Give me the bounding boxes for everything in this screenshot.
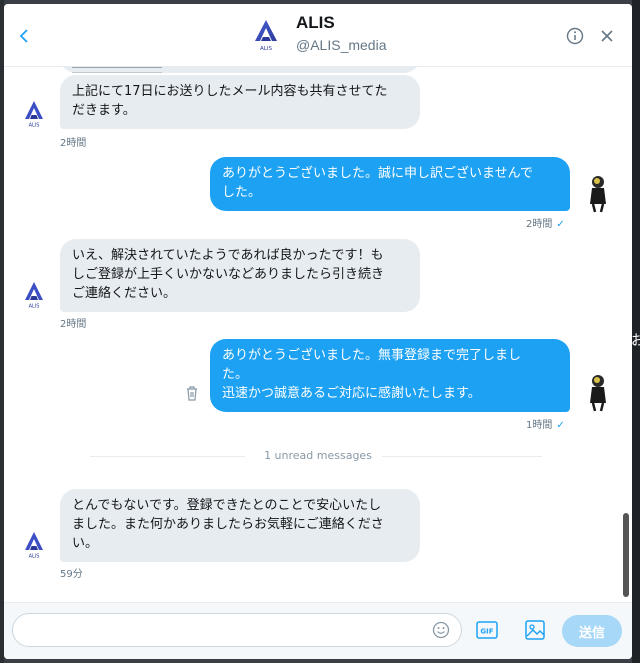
dm-conversation-dialog: ALIS ALIS @ALIS_media 上記にて17日にお送りしたメール内容… — [4, 4, 632, 659]
unread-divider: 1 unread messages — [264, 449, 372, 462]
message-timestamp: 2時間 ✓ — [526, 215, 565, 230]
contact-name[interactable]: ALIS — [296, 13, 335, 33]
message-bubble-outgoing[interactable]: ありがとうございました。誠に申し訳ございませんで した。 — [210, 157, 570, 211]
alis-logo-avatar[interactable]: ALIS — [23, 531, 45, 559]
back-button[interactable] — [14, 26, 34, 46]
message-attachment-partial — [72, 67, 162, 73]
close-icon — [601, 30, 613, 42]
chevron-left-icon — [19, 29, 28, 43]
background-text: お — [631, 333, 640, 349]
gif-button[interactable]: GIF — [476, 621, 498, 639]
trash-icon[interactable] — [185, 385, 199, 401]
message-time: 1時間 — [526, 420, 553, 431]
svg-text:ALIS: ALIS — [29, 304, 40, 310]
user-avatar[interactable] — [584, 174, 612, 214]
info-icon — [566, 27, 584, 45]
message-bubble-incoming[interactable]: とんでもないです。登録できたとのことで安心いたし ました。また何かありましたらお… — [60, 489, 420, 562]
contact-handle[interactable]: @ALIS_media — [296, 37, 386, 53]
read-check-icon: ✓ — [556, 420, 565, 431]
svg-text:ALIS: ALIS — [260, 46, 272, 52]
message-bubble-outgoing[interactable]: ありがとうございました。無事登録まで完了しまし た。 迅速かつ誠意あるご対応に感… — [210, 339, 570, 412]
read-check-icon: ✓ — [556, 219, 565, 230]
image-icon[interactable] — [524, 619, 546, 641]
alis-logo-avatar[interactable]: ALIS — [23, 100, 45, 128]
scrollbar-thumb[interactable] — [623, 513, 629, 597]
message-timestamp: 59分 — [60, 569, 83, 580]
message-timestamp: 2時間 — [60, 319, 87, 330]
conversation-header: ALIS ALIS @ALIS_media — [4, 4, 632, 67]
message-input[interactable] — [12, 613, 462, 647]
message-timestamp: 1時間 ✓ — [526, 416, 565, 431]
send-button[interactable]: 送信 — [562, 615, 622, 647]
composer-bar: GIF 送信 — [4, 602, 632, 659]
message-timestamp: 2時間 — [60, 138, 87, 149]
info-button[interactable] — [564, 25, 586, 47]
svg-text:ALIS: ALIS — [29, 123, 40, 129]
svg-text:ALIS: ALIS — [29, 554, 40, 560]
message-thread[interactable]: 上記にて17日にお送りしたメール内容も共有させてた だきます。 ALIS 2時間… — [4, 67, 632, 603]
alis-logo-avatar[interactable]: ALIS — [252, 18, 280, 52]
message-bubble-incoming[interactable]: いえ、解決されていたようであれば良かったです！も しご登録が上手くいかないなどあ… — [60, 239, 420, 312]
emoji-icon[interactable] — [432, 621, 450, 639]
close-button[interactable] — [596, 25, 618, 47]
alis-logo-avatar[interactable]: ALIS — [23, 281, 45, 309]
svg-text:GIF: GIF — [480, 628, 493, 636]
message-time: 2時間 — [526, 219, 553, 230]
user-avatar[interactable] — [584, 373, 612, 413]
message-bubble-incoming[interactable]: 上記にて17日にお送りしたメール内容も共有させてた だきます。 — [60, 75, 420, 129]
